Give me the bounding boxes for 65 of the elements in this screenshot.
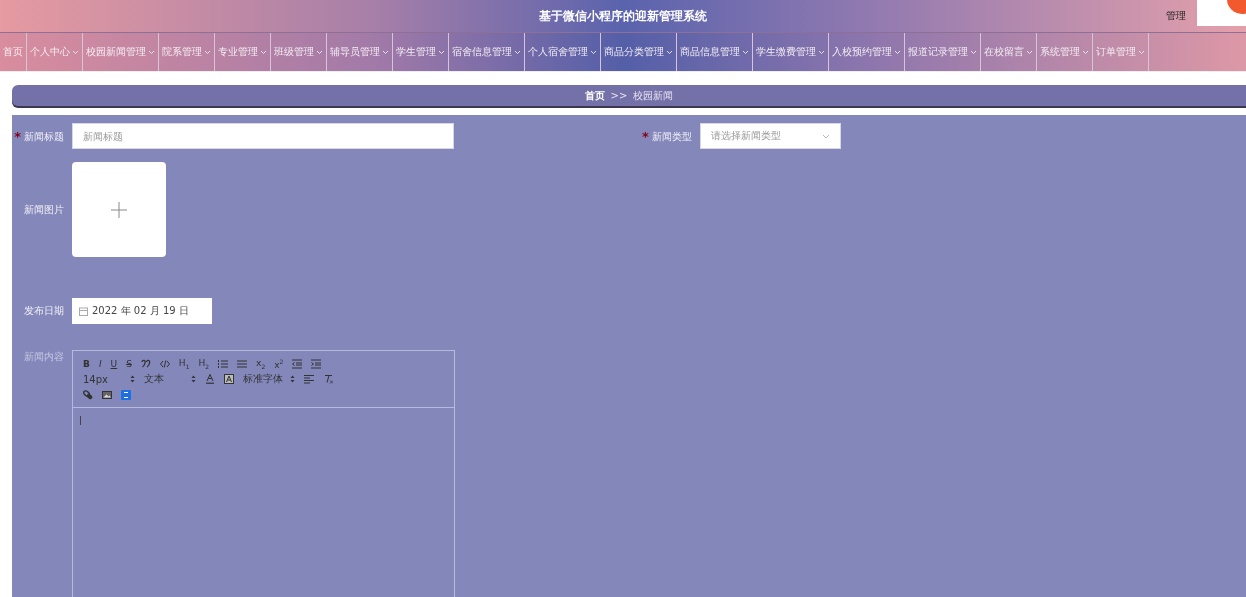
date-input[interactable]: 2022 年 02 月 19 日 [72, 298, 212, 324]
nav-menu-item[interactable]: 商品分类管理 [601, 33, 677, 71]
toolbar-select[interactable]: 14px [83, 373, 135, 385]
updown-icon[interactable] [290, 375, 295, 383]
nav-menu-item[interactable]: 入校预约管理 [829, 33, 905, 71]
format-button[interactable]: H$_{2}$ [198, 357, 210, 370]
outdent-icon[interactable] [292, 358, 303, 369]
nav-menu-item[interactable]: 班级管理 [271, 33, 327, 71]
avatar-icon[interactable] [1197, 0, 1246, 26]
highlight-icon[interactable] [224, 374, 234, 384]
nav-menu-item[interactable]: 辅导员管理 [327, 33, 393, 71]
breadcrumb-current: 校园新闻 [633, 88, 674, 103]
nav-menu-item[interactable]: 宿舍信息管理 [449, 33, 525, 71]
video-icon[interactable] [121, 389, 131, 400]
field-label: 新闻图片 [24, 203, 64, 215]
nav-menu-item[interactable]: 专业管理 [215, 33, 271, 71]
numbered-list-icon[interactable] [218, 358, 229, 369]
nav-menu-item[interactable]: 订单管理 [1093, 33, 1149, 71]
code-icon[interactable] [159, 358, 170, 369]
toolbar-select[interactable]: 文本 [144, 372, 196, 386]
calendar-icon[interactable] [79, 306, 88, 316]
plus-icon[interactable] [111, 201, 127, 218]
italic-button[interactable]: I [98, 358, 102, 369]
text-cursor [80, 416, 81, 425]
nav-menu-item[interactable]: 校园新闻管理 [83, 33, 159, 71]
nav-menu-item[interactable]: 个人宿舍管理 [525, 33, 601, 71]
chevron-icon[interactable] [821, 133, 830, 139]
nav-menu-item[interactable]: 学生缴费管理 [753, 33, 829, 71]
align-icon[interactable] [304, 374, 314, 384]
updown-icon[interactable] [130, 375, 135, 383]
nav-menu-item[interactable]: 首页 [0, 33, 27, 71]
nav-menu-item[interactable]: 报道记录管理 [905, 33, 981, 71]
indent-icon[interactable] [311, 358, 322, 369]
required-asterisk: * [14, 128, 21, 144]
rich-text-editor[interactable]: B I U S H$_{1}$ H$_{2}$ x$_{2}$ x$^{2}$ 14px 文本 标准字体 [72, 350, 455, 597]
underline-button[interactable]: U [110, 358, 118, 369]
nav-menu-item[interactable]: 商品信息管理 [677, 33, 753, 71]
link-icon[interactable] [83, 389, 93, 400]
nav-menu-item[interactable]: 院系管理 [159, 33, 215, 71]
nav-menu-item[interactable]: 学生管理 [393, 33, 449, 71]
field-label: 发布日期 [24, 305, 64, 316]
strike-button[interactable]: S [126, 358, 132, 369]
bullet-list-icon[interactable] [237, 358, 248, 369]
nav-menu-item[interactable]: 在校留言 [981, 33, 1037, 71]
image-icon[interactable] [102, 389, 112, 400]
quote-icon[interactable] [140, 358, 151, 369]
type-select[interactable]: 请选择新闻类型 [699, 123, 841, 149]
format-button[interactable]: x$^{2}$ [274, 357, 284, 370]
user-label: 管理 [1166, 9, 1186, 23]
system-title: 基于微信小程序的迎新管理系统 [539, 7, 707, 25]
updown-icon[interactable] [191, 375, 196, 383]
nav-menu-item[interactable]: 系统管理 [1037, 33, 1093, 71]
format-button[interactable]: x$_{2}$ [256, 357, 266, 370]
nav-menu-item[interactable]: 个人中心 [27, 33, 83, 71]
breadcrumb-link[interactable]: 首页 [584, 88, 605, 103]
title-input[interactable]: 新闻标题 [72, 123, 454, 149]
text-color-icon[interactable] [205, 374, 215, 384]
breadcrumb-separator: >> [610, 90, 628, 101]
bold-button[interactable]: B [83, 358, 90, 369]
field-label: 新闻类型 [651, 130, 692, 141]
field-label: 新闻标题 [24, 130, 64, 141]
clear-format-icon[interactable] [323, 374, 333, 384]
toolbar-select[interactable]: 标准字体 [243, 372, 295, 386]
format-button[interactable]: H$_{1}$ [178, 357, 190, 370]
required-asterisk: * [642, 128, 649, 144]
